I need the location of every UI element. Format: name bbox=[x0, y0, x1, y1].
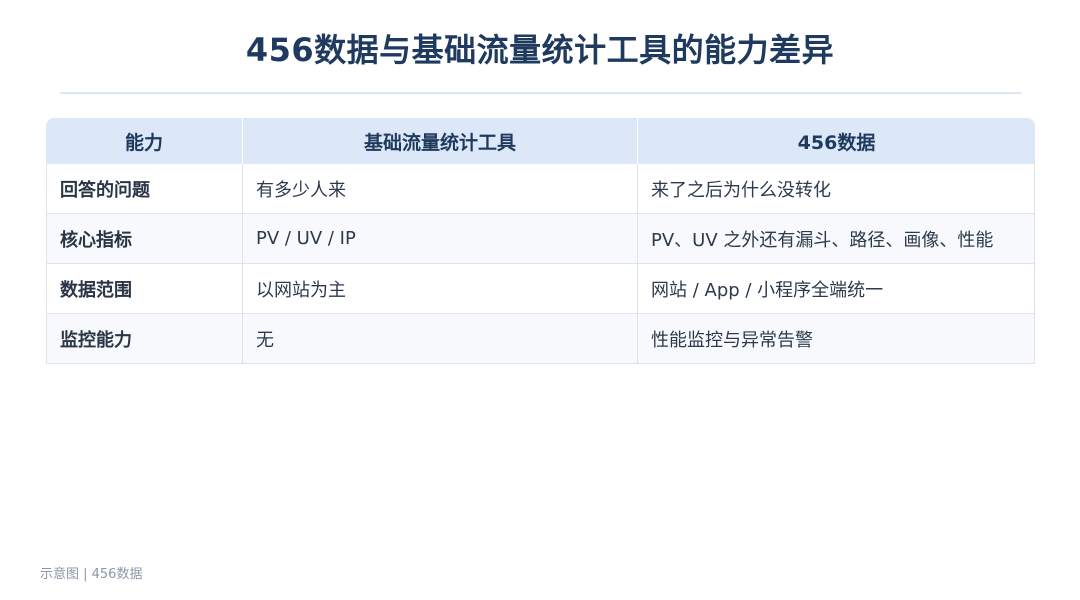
row-basic-tool-cell: 以网站为主 bbox=[243, 264, 638, 314]
row-basic-tool-cell: 有多少人来 bbox=[243, 164, 638, 214]
row-capability-label: 数据范围 bbox=[46, 264, 243, 314]
row-basic-tool-cell: PV / UV / IP bbox=[243, 214, 638, 264]
row-capability-label: 核心指标 bbox=[46, 214, 243, 264]
row-456data-cell: 来了之后为什么没转化 bbox=[638, 164, 1035, 214]
table-row: 监控能力 无 性能监控与异常告警 bbox=[46, 314, 1035, 364]
table-header-row: 能力 基础流量统计工具 456数据 bbox=[46, 118, 1035, 164]
header-capability: 能力 bbox=[46, 118, 243, 164]
page-title: 456数据与基础流量统计工具的能力差异 bbox=[245, 31, 835, 69]
table-row: 回答的问题 有多少人来 来了之后为什么没转化 bbox=[46, 164, 1035, 214]
header-basic-tool: 基础流量统计工具 bbox=[243, 118, 638, 164]
row-basic-tool-cell: 无 bbox=[243, 314, 638, 364]
row-456data-cell: 性能监控与异常告警 bbox=[638, 314, 1035, 364]
row-456data-cell: 网站 / App / 小程序全端统一 bbox=[638, 264, 1035, 314]
footer-caption: 示意图 | 456数据 bbox=[40, 567, 143, 582]
header-456data: 456数据 bbox=[638, 118, 1035, 164]
table-row: 核心指标 PV / UV / IP PV、UV 之外还有漏斗、路径、画像、性能 bbox=[46, 214, 1035, 264]
title-divider bbox=[60, 92, 1021, 94]
row-456data-cell: PV、UV 之外还有漏斗、路径、画像、性能 bbox=[638, 214, 1035, 264]
row-capability-label: 监控能力 bbox=[46, 314, 243, 364]
table-row: 数据范围 以网站为主 网站 / App / 小程序全端统一 bbox=[46, 264, 1035, 314]
row-capability-label: 回答的问题 bbox=[46, 164, 243, 214]
comparison-table: 能力 基础流量统计工具 456数据 回答的问题 有多少人来 来了之后为什么没转化… bbox=[46, 118, 1035, 364]
